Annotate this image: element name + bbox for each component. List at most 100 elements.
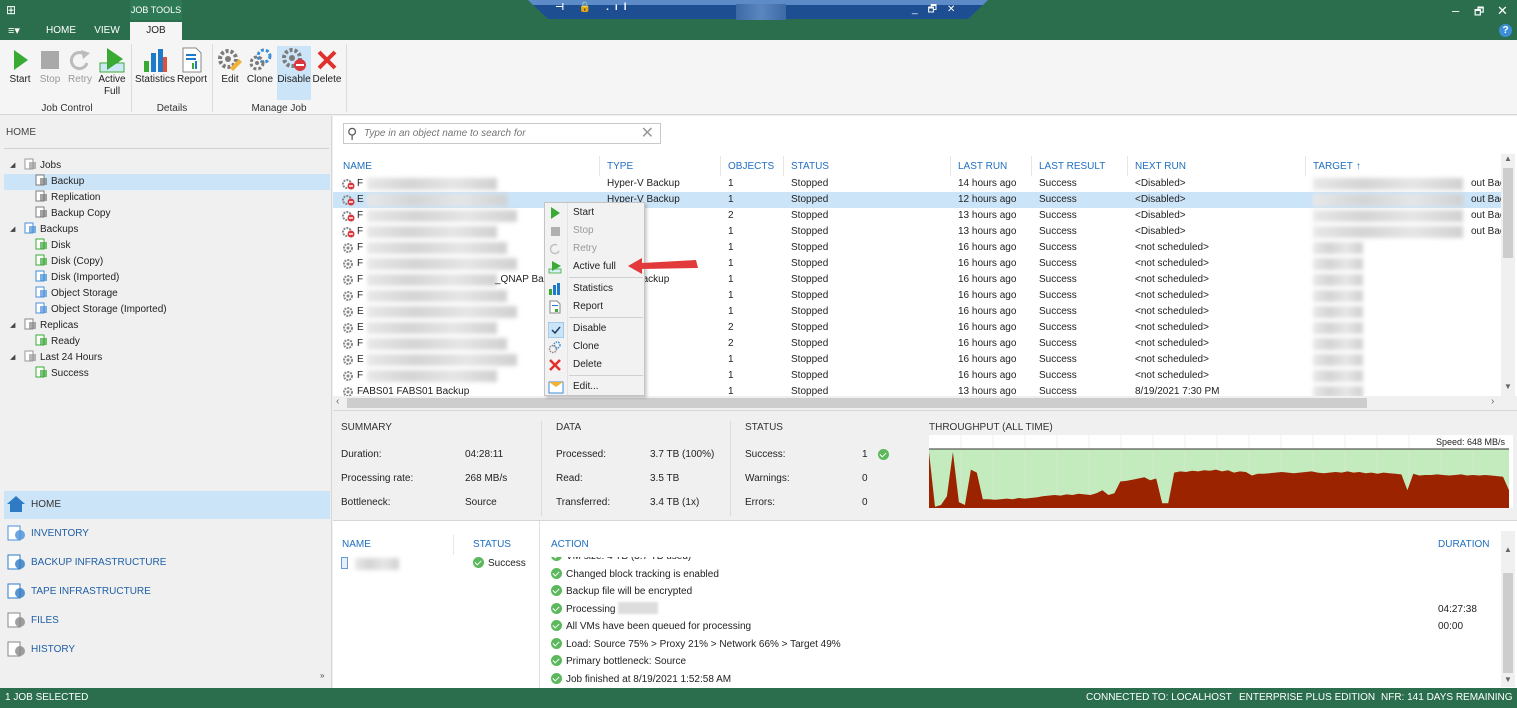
menu-item-report[interactable]: Report (545, 298, 644, 316)
expand-caret-icon[interactable]: ◢ (10, 350, 15, 366)
help-icon[interactable]: ? (1499, 24, 1512, 37)
search-input[interactable] (364, 126, 634, 141)
column-header-status[interactable]: STATUS (791, 161, 829, 175)
menu-item-disable[interactable]: Disable (545, 320, 644, 339)
tab-home[interactable]: HOME (38, 22, 84, 40)
action-log-scrollbar[interactable]: ▲ ▼ (1501, 531, 1515, 687)
scroll-right-icon[interactable]: › (1491, 396, 1494, 407)
name-column-header[interactable]: NAME (342, 539, 371, 550)
scroll-left-icon[interactable]: ‹ (336, 396, 339, 407)
column-divider[interactable] (1031, 156, 1032, 176)
status-column-header[interactable]: STATUS (473, 539, 511, 550)
scrollbar-thumb[interactable] (1503, 168, 1513, 258)
configure-buttons-icon[interactable]: » (320, 671, 324, 680)
menu-item-clone[interactable]: Clone (545, 338, 644, 356)
menu-item-start[interactable]: Start (545, 204, 644, 222)
tree-item-disk-copy[interactable]: Disk (Copy) (4, 254, 330, 270)
menu-item-edit[interactable]: Edit... (545, 378, 644, 396)
job-row[interactable]: F_QNAP BaAgent Backup1Stopped16 hours ag… (333, 272, 1501, 288)
action-column-header[interactable]: ACTION (551, 539, 589, 550)
restore-button[interactable]: 🗗 (1474, 3, 1484, 22)
tree-item-backup[interactable]: Backup (4, 174, 330, 190)
job-row[interactable]: FBackup1Stopped13 hours agoSuccess<Disab… (333, 224, 1510, 240)
column-divider[interactable] (783, 156, 784, 176)
job-row[interactable]: FBackup1Stopped16 hours agoSuccess<not s… (333, 256, 1501, 272)
tree-item-last-24-hours[interactable]: ◢ Last 24 Hours (4, 350, 330, 366)
menu-item-statistics[interactable]: Statistics (545, 280, 644, 298)
stop-button[interactable]: Stop (36, 46, 64, 85)
tab-view[interactable]: VIEW (88, 22, 126, 40)
main-menu-button[interactable]: ≡▾ (8, 24, 20, 37)
job-row[interactable]: FBackup1Stopped16 hours agoSuccess<not s… (333, 240, 1501, 256)
vm-name-redacted[interactable] (355, 558, 399, 570)
column-header-last-run[interactable]: LAST RUN (958, 161, 1007, 175)
scrollbar-thumb[interactable] (1503, 573, 1513, 673)
remote-restore-button[interactable]: 🗗 (928, 4, 947, 15)
active-full-button[interactable]: Active Full (96, 46, 128, 98)
report-button[interactable]: Report (176, 46, 208, 85)
tree-item-success[interactable]: Success (4, 366, 330, 382)
expand-caret-icon[interactable]: ◢ (10, 158, 15, 174)
remote-minimize-button[interactable]: _ (912, 4, 928, 15)
job-row[interactable]: FBackup1Stopped16 hours agoSuccess<not s… (333, 368, 1501, 384)
scrollbar-thumb[interactable] (347, 398, 1367, 408)
scroll-up-icon[interactable]: ▲ (1504, 154, 1512, 163)
menu-item-delete[interactable]: Delete (545, 356, 644, 374)
job-row[interactable]: EBackup2Stopped16 hours agoSuccess<not s… (333, 320, 1501, 336)
column-divider[interactable] (1305, 156, 1306, 176)
job-row[interactable]: FBackup2Stopped13 hours agoSuccess<Disab… (333, 208, 1510, 224)
job-row[interactable]: FBackup1Stopped16 hours agoSuccess<not s… (333, 288, 1501, 304)
tree-item-jobs[interactable]: ◢ Jobs (4, 158, 330, 174)
close-button[interactable]: ✕ (1497, 3, 1508, 19)
scroll-down-icon[interactable]: ▼ (1504, 382, 1512, 391)
column-divider[interactable] (1127, 156, 1128, 176)
column-header-next-run[interactable]: NEXT RUN (1135, 161, 1186, 175)
job-row[interactable]: F Hyper-V Backup 1 Stopped 14 hours ago Succe… (333, 176, 1510, 192)
search-box[interactable]: ⚲ ✕ (343, 123, 661, 144)
job-row[interactable]: EBackup1Stopped16 hours agoSuccess<not s… (333, 304, 1501, 320)
statistics-button[interactable]: Statistics (134, 46, 176, 85)
column-header-name[interactable]: NAME (343, 161, 372, 175)
jobs-grid-horizontal-scrollbar[interactable]: ‹ › (333, 396, 1517, 410)
start-button[interactable]: Start (6, 46, 34, 85)
tree-item-disk[interactable]: Disk (4, 238, 330, 254)
remote-bar-pin-lock-signal-icons[interactable]: ⊣ 🔒 .ıl (555, 2, 632, 13)
remote-close-button[interactable]: ✕ (947, 4, 965, 15)
tree-item-ready[interactable]: Ready (4, 334, 330, 350)
tree-item-object-storage[interactable]: Object Storage (4, 286, 330, 302)
expand-caret-icon[interactable]: ◢ (10, 318, 15, 334)
jobs-grid-vertical-scrollbar[interactable]: ▲ ▼ (1501, 154, 1515, 396)
duration-column-header[interactable]: DURATION (1438, 539, 1489, 550)
nav-history[interactable]: HISTORY (4, 636, 330, 664)
nav-files[interactable]: FILES (4, 607, 330, 635)
tree-item-backup-copy[interactable]: Backup Copy (4, 206, 330, 222)
column-divider[interactable] (599, 156, 600, 176)
job-row[interactable]: FBackup2Stopped16 hours agoSuccess<not s… (333, 336, 1501, 352)
nav-tape-infrastructure[interactable]: TAPE INFRASTRUCTURE (4, 578, 330, 606)
tree-item-replicas[interactable]: ◢ Replicas (4, 318, 330, 334)
column-header-target[interactable]: TARGET ↑ (1313, 161, 1361, 175)
delete-button[interactable]: Delete (312, 46, 342, 85)
column-header-last-result[interactable]: LAST RESULT (1039, 161, 1105, 175)
tree-item-object-storage-imported[interactable]: Object Storage (Imported) (4, 302, 330, 318)
column-header-type[interactable]: TYPE (607, 161, 633, 175)
expand-caret-icon[interactable]: ◢ (10, 222, 15, 238)
nav-backup-infrastructure[interactable]: BACKUP INFRASTRUCTURE (4, 549, 330, 577)
column-divider[interactable] (720, 156, 721, 176)
column-divider[interactable] (950, 156, 951, 176)
remote-bar-window-controls[interactable]: _🗗✕ (912, 2, 965, 19)
clone-button[interactable]: Clone (246, 46, 274, 85)
column-header-objects[interactable]: OBJECTS (728, 161, 774, 175)
tree-item-replication[interactable]: Replication (4, 190, 330, 206)
tree-item-backups[interactable]: ◢ Backups (4, 222, 330, 238)
tab-job[interactable]: JOB (130, 22, 182, 40)
nav-home[interactable]: HOME (4, 491, 330, 519)
job-row[interactable]: EBackup1Stopped16 hours agoSuccess<not s… (333, 352, 1501, 368)
nav-inventory[interactable]: INVENTORY (4, 520, 330, 548)
disable-button[interactable]: Disable (277, 46, 311, 100)
job-row[interactable]: E Hyper-V Backup 1 Stopped 12 hours ago Succe… (333, 192, 1510, 208)
menu-item-stop[interactable]: Stop (545, 222, 644, 240)
tree-item-disk-imported[interactable]: Disk (Imported) (4, 270, 330, 286)
scroll-up-icon[interactable]: ▲ (1504, 545, 1512, 554)
clear-search-icon[interactable]: ✕ (641, 123, 654, 143)
